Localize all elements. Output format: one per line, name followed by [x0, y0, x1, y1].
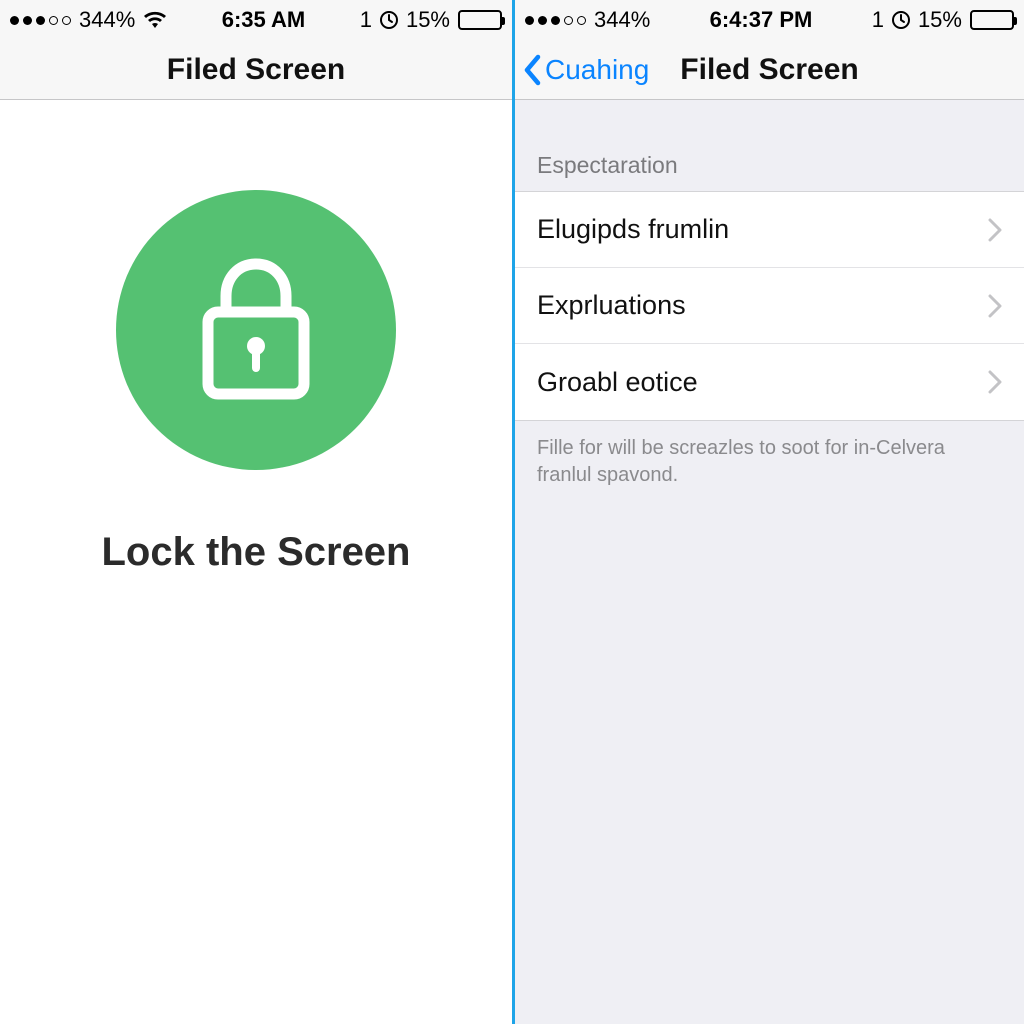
chevron-left-icon — [523, 54, 543, 86]
status-bar-left: 344% — [10, 7, 167, 33]
phone-screenshot-left: 344% 6:35 AM 1 15% Filed Screen — [0, 0, 512, 1024]
signal-dots-icon — [525, 16, 586, 25]
phone-screenshot-right: 344% 6:4:37 PM 1 15% Cuahing Filed Scree… — [512, 0, 1024, 1024]
wifi-icon — [143, 10, 167, 30]
back-button[interactable]: Cuahing — [523, 40, 649, 100]
list-item[interactable]: Groabl eotice — [515, 344, 1024, 420]
back-button-label: Cuahing — [545, 54, 649, 86]
battery-icon — [970, 10, 1014, 30]
battery-percent-text: 15% — [406, 7, 450, 33]
chevron-right-icon — [988, 218, 1002, 242]
page-title: Filed Screen — [167, 53, 345, 87]
list-item-label: Exprluations — [537, 290, 686, 321]
status-bar: 344% 6:35 AM 1 15% — [0, 0, 512, 40]
chevron-right-icon — [988, 294, 1002, 318]
page-title: Filed Screen — [680, 53, 858, 87]
settings-list: Elugipds frumlin Exprluations Groabl eot… — [515, 191, 1024, 421]
list-item-label: Groabl eotice — [537, 367, 698, 398]
location-indicator: 1 — [360, 7, 372, 33]
section-footer: Fille for will be screazles to soot for … — [515, 421, 1024, 503]
battery-percent-text: 15% — [918, 7, 962, 33]
list-item[interactable]: Elugipds frumlin — [515, 192, 1024, 268]
status-time: 6:35 AM — [222, 7, 306, 33]
orientation-lock-icon — [380, 11, 398, 29]
signal-dots-icon — [10, 16, 71, 25]
battery-icon — [458, 10, 502, 30]
main-content: Espectaration Elugipds frumlin Exprluati… — [515, 100, 1024, 1024]
status-time: 6:4:37 PM — [710, 7, 813, 33]
status-bar-left: 344% — [525, 7, 650, 33]
chevron-right-icon — [988, 370, 1002, 394]
carrier-text: 344% — [79, 7, 135, 33]
main-content: Lock the Screen — [0, 100, 512, 1024]
location-indicator: 1 — [872, 7, 884, 33]
carrier-text: 344% — [594, 7, 650, 33]
nav-bar: Cuahing Filed Screen — [515, 40, 1024, 100]
nav-bar: Filed Screen — [0, 40, 512, 100]
list-item[interactable]: Exprluations — [515, 268, 1024, 344]
lock-icon — [186, 250, 326, 410]
orientation-lock-icon — [892, 11, 910, 29]
status-bar-right: 1 15% — [360, 7, 502, 33]
status-bar: 344% 6:4:37 PM 1 15% — [515, 0, 1024, 40]
lock-caption: Lock the Screen — [101, 530, 410, 575]
section-header: Espectaration — [515, 140, 1024, 191]
status-bar-right: 1 15% — [872, 7, 1014, 33]
list-item-label: Elugipds frumlin — [537, 214, 729, 245]
lock-badge[interactable] — [116, 190, 396, 470]
